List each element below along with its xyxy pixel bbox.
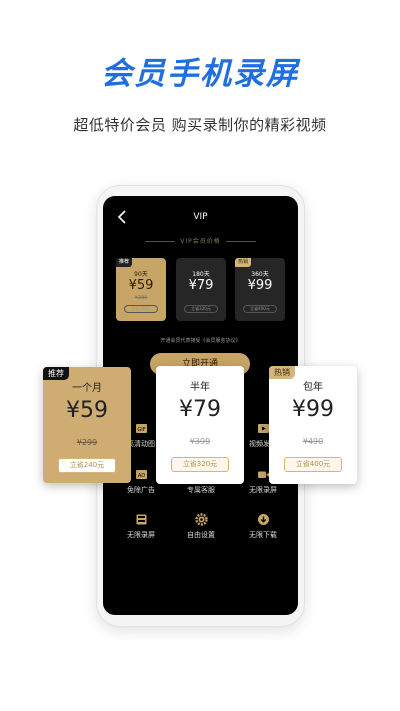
plan-name: 包年 bbox=[303, 382, 323, 393]
plan-save-badge: 立省240元 bbox=[58, 458, 116, 473]
feature-label: 免除广告 bbox=[127, 486, 155, 494]
plan-card-year[interactable]: 热销 包年 ¥99 ¥490 立省400元 bbox=[269, 366, 357, 484]
mini-plan-name: 180天 bbox=[192, 271, 210, 278]
feature-unlimited-download: 无限下载 bbox=[233, 513, 293, 545]
plan-price: ¥99 bbox=[292, 397, 334, 422]
mini-plan-card-180[interactable]: 180天 ¥79 立省320元 bbox=[176, 258, 226, 321]
plan-name: 半年 bbox=[190, 382, 210, 393]
promo-headline: 会员手机录屏 bbox=[101, 56, 299, 92]
plan-card-month[interactable]: 推荐 一个月 ¥59 ¥299 立省240元 bbox=[43, 367, 131, 483]
mini-plan-tag: 热销 bbox=[235, 258, 252, 267]
camera-icon bbox=[257, 471, 269, 478]
mini-plan-card-90[interactable]: 推荐 90天 ¥59 ¥299 立省240元 bbox=[116, 258, 166, 321]
feature-label: 无限下载 bbox=[249, 531, 277, 539]
download-icon bbox=[257, 514, 269, 525]
promo-subline: 超低特价会员 购买录制你的精彩视频 bbox=[73, 116, 327, 134]
video-share-icon bbox=[257, 424, 269, 433]
feature-unlimited-record-2: 无限录屏 bbox=[111, 513, 171, 545]
plan-original-price: ¥299 bbox=[76, 438, 98, 447]
mini-plan-price: ¥99 bbox=[247, 278, 273, 293]
mini-plan-original-price: ¥299 bbox=[134, 295, 148, 301]
mini-plan-price: ¥79 bbox=[188, 278, 214, 293]
plan-original-price: ¥399 bbox=[189, 437, 211, 446]
feature-label: 专属客服 bbox=[187, 486, 215, 494]
plan-save-badge: 立省320元 bbox=[171, 457, 229, 472]
gear-icon bbox=[194, 513, 208, 526]
feature-label: 自由设置 bbox=[187, 531, 215, 539]
feature-label: 无限录屏 bbox=[249, 486, 277, 494]
mini-plan-save-badge: 立省240元 bbox=[124, 305, 158, 313]
plan-price: ¥79 bbox=[179, 397, 221, 422]
mini-plan-name: 90天 bbox=[134, 271, 148, 278]
plan-original-price: ¥490 bbox=[302, 437, 324, 446]
mini-plan-price: ¥59 bbox=[128, 278, 154, 293]
screen-title: VIP bbox=[193, 212, 208, 222]
mini-plan-save-badge: 立省320元 bbox=[184, 305, 218, 313]
plan-name: 一个月 bbox=[72, 383, 102, 394]
feature-free-settings: 自由设置 bbox=[171, 513, 231, 545]
feature-label: 无限录屏 bbox=[127, 531, 155, 539]
plan-price: ¥59 bbox=[66, 398, 108, 423]
agreement-text[interactable]: 开通会员代表接受《会员服务协议》 bbox=[103, 337, 298, 344]
plan-card-half-year[interactable]: 半年 ¥79 ¥399 立省320元 bbox=[156, 366, 244, 484]
mini-plan-save-badge: 立省400元 bbox=[243, 305, 277, 313]
mini-plan-name: 360天 bbox=[251, 271, 269, 278]
svg-text:GIF: GIF bbox=[137, 427, 145, 433]
film-icon bbox=[136, 514, 146, 525]
mini-plan-tag: 推荐 bbox=[116, 258, 133, 267]
gif-icon: GIF bbox=[135, 424, 147, 433]
mini-plan-card-360[interactable]: 热销 360天 ¥99 立省400元 bbox=[235, 258, 285, 321]
plan-save-badge: 立省400元 bbox=[284, 457, 342, 472]
price-section-header: VIP会员价格 bbox=[103, 236, 298, 245]
svg-text:AD: AD bbox=[137, 473, 144, 479]
ad-free-icon: AD bbox=[135, 470, 147, 479]
